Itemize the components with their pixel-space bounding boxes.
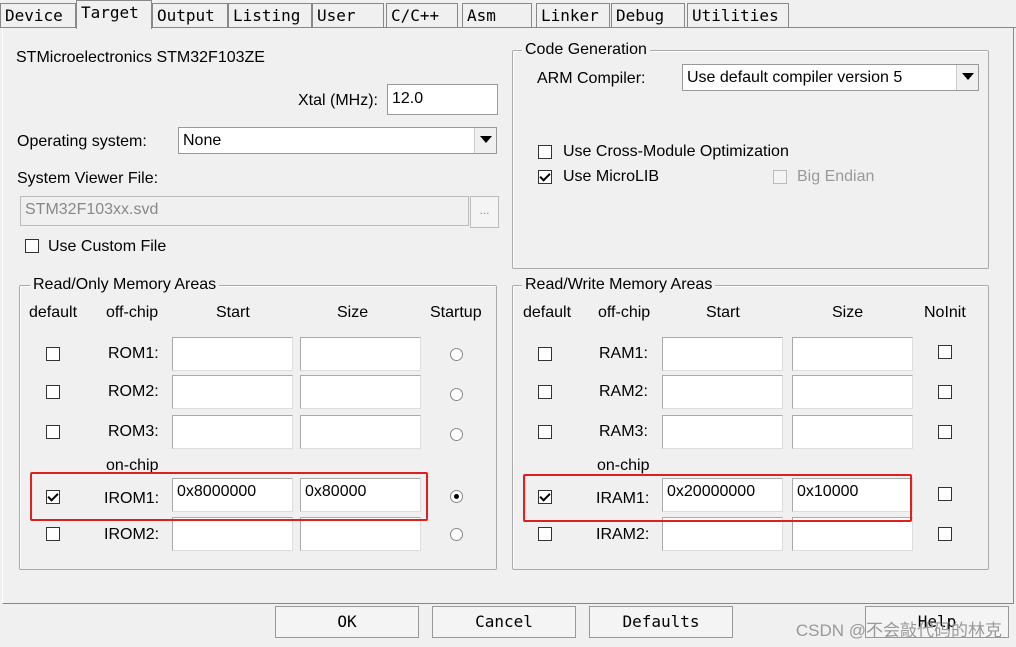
custom-file-checkbox[interactable]: [25, 239, 39, 253]
ram3-default-checkbox[interactable]: [538, 425, 552, 439]
rom1-start-input[interactable]: [172, 337, 293, 371]
os-select[interactable]: None: [178, 127, 497, 154]
rom2-label: ROM2:: [108, 383, 159, 400]
iram2-noinit-checkbox[interactable]: [938, 527, 952, 541]
rom2-size-input[interactable]: [300, 375, 421, 409]
svf-browse-button: ...: [470, 196, 499, 228]
ram-header-offchip: off-chip: [598, 304, 651, 321]
ram3-size-input[interactable]: [792, 415, 913, 449]
ram3-label: RAM3:: [599, 423, 648, 440]
ram1-default-checkbox[interactable]: [538, 347, 552, 361]
ram3-noinit-checkbox[interactable]: [938, 425, 952, 439]
ram2-start-input[interactable]: [662, 375, 783, 409]
rom-header-size: Size: [337, 304, 369, 321]
checkmark-icon: [539, 170, 551, 182]
custom-file-label: Use Custom File: [48, 238, 167, 255]
os-select-value: None: [183, 132, 222, 149]
os-label: Operating system:: [17, 133, 147, 150]
compiler-select-value: Use default compiler version 5: [687, 69, 903, 86]
tab-asm[interactable]: Asm: [462, 3, 532, 27]
ram-header-start: Start: [706, 304, 740, 321]
code-generation-title: Code Generation: [522, 41, 650, 59]
tab-user[interactable]: User: [312, 3, 384, 27]
rom-header-offchip: off-chip: [106, 304, 159, 321]
iram1-highlight: [523, 474, 912, 522]
ram-header-default: default: [523, 304, 572, 321]
rom3-startup-radio[interactable]: [450, 428, 463, 441]
tab-target[interactable]: Target: [76, 0, 152, 29]
big-endian-label: Big Endian: [797, 168, 875, 185]
rom-header-start: Start: [216, 304, 250, 321]
irom2-label: IROM2:: [104, 526, 160, 543]
iram2-size-input[interactable]: [792, 517, 913, 551]
rom2-start-input[interactable]: [172, 375, 293, 409]
svf-input: STM32F103xx.svd: [20, 196, 469, 226]
ram1-start-input[interactable]: [662, 337, 783, 371]
defaults-button[interactable]: Defaults: [589, 606, 733, 638]
irom2-size-input[interactable]: [300, 517, 421, 551]
chevron-down-icon[interactable]: [956, 65, 978, 90]
rom1-label: ROM1:: [108, 345, 159, 362]
ram1-noinit-checkbox[interactable]: [938, 345, 952, 359]
tab-output[interactable]: Output: [152, 3, 228, 27]
tab-bar: Device Target Output Listing User C/C++ …: [0, 0, 1016, 29]
ram3-start-input[interactable]: [662, 415, 783, 449]
rom2-startup-radio[interactable]: [450, 388, 463, 401]
ram2-size-input[interactable]: [792, 375, 913, 409]
xtal-label: Xtal (MHz):: [298, 92, 378, 109]
big-endian-checkbox: [773, 170, 787, 184]
iram2-label: IRAM2:: [596, 526, 650, 543]
cross-module-checkbox[interactable]: [538, 145, 552, 159]
microlib-label: Use MicroLIB: [563, 168, 660, 185]
cancel-button[interactable]: Cancel: [432, 606, 576, 638]
irom2-startup-radio[interactable]: [450, 528, 463, 541]
rom-header-default: default: [29, 304, 78, 321]
ram2-label: RAM2:: [599, 383, 648, 400]
tab-linker[interactable]: Linker: [536, 3, 610, 27]
compiler-label: ARM Compiler:: [537, 70, 646, 87]
rom3-size-input[interactable]: [300, 415, 421, 449]
cross-module-label: Use Cross-Module Optimization: [563, 143, 789, 160]
rom1-default-checkbox[interactable]: [46, 347, 60, 361]
rom1-startup-radio[interactable]: [450, 348, 463, 361]
rom1-size-input[interactable]: [300, 337, 421, 371]
ok-button[interactable]: OK: [275, 606, 419, 638]
tab-utilities[interactable]: Utilities: [687, 3, 789, 27]
ram2-noinit-checkbox[interactable]: [938, 385, 952, 399]
device-name: STMicroelectronics STM32F103ZE: [16, 49, 265, 66]
ram-header-noinit: NoInit: [924, 304, 966, 321]
ram-group-title: Read/Write Memory Areas: [522, 276, 716, 294]
irom1-startup-radio[interactable]: [450, 490, 463, 503]
irom2-start-input[interactable]: [172, 517, 293, 551]
tab-debug[interactable]: Debug: [611, 3, 685, 27]
iram2-default-checkbox[interactable]: [538, 527, 552, 541]
iram2-start-input[interactable]: [662, 517, 783, 551]
irom1-highlight: [30, 472, 428, 521]
ram2-default-checkbox[interactable]: [538, 385, 552, 399]
tab-listing[interactable]: Listing: [228, 3, 312, 27]
rom-header-startup: Startup: [430, 304, 482, 321]
rom-group-title: Read/Only Memory Areas: [30, 276, 220, 294]
compiler-select[interactable]: Use default compiler version 5: [682, 64, 979, 91]
xtal-input[interactable]: 12.0: [387, 84, 498, 115]
ram-onchip-label: on-chip: [597, 457, 650, 474]
microlib-checkbox[interactable]: [538, 170, 552, 184]
watermark: CSDN @不会敲代码的林克: [795, 621, 1002, 640]
ram-header-size: Size: [832, 304, 864, 321]
irom2-default-checkbox[interactable]: [46, 527, 60, 541]
svf-label: System Viewer File:: [17, 170, 159, 187]
ram1-label: RAM1:: [599, 345, 648, 362]
tab-device[interactable]: Device: [0, 3, 76, 27]
ram1-size-input[interactable]: [792, 337, 913, 371]
chevron-down-icon[interactable]: [474, 128, 496, 153]
rom2-default-checkbox[interactable]: [46, 385, 60, 399]
iram1-noinit-checkbox[interactable]: [938, 487, 952, 501]
tab-cpp[interactable]: C/C++: [386, 3, 458, 27]
rom3-label: ROM3:: [108, 423, 159, 440]
rom3-start-input[interactable]: [172, 415, 293, 449]
rom3-default-checkbox[interactable]: [46, 425, 60, 439]
